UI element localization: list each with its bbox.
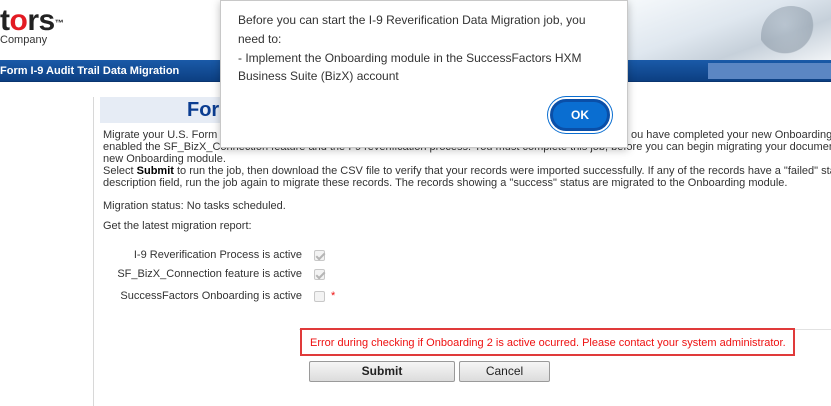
cancel-button[interactable]: Cancel: [459, 361, 550, 382]
description-line-1: Migrate your U.S. Form: [103, 129, 218, 141]
logo-subtitle: Company: [0, 34, 48, 46]
dialog-line-4: Business Suite (BizX) account: [238, 69, 399, 83]
description-line-5: description field, run the job again to …: [103, 177, 788, 189]
check-label-i9-reverification: I-9 Reverification Process is active: [133, 249, 302, 261]
description-line-1-right: ou have completed your new Onboarding: [631, 129, 831, 141]
title-bar-user-area: [708, 63, 831, 79]
checkbox-bizx-connection[interactable]: [314, 269, 325, 280]
ok-button[interactable]: OK: [550, 99, 610, 131]
migration-status: Migration status: No tasks scheduled.: [103, 200, 286, 212]
dialog-line-2: need to:: [238, 32, 282, 46]
check-label-onboarding: SuccessFactors Onboarding is active: [120, 290, 302, 302]
title-bar-text: Form I-9 Audit Trail Data Migration: [0, 65, 180, 77]
check-label-bizx-connection: SF_BizX_Connection feature is active: [117, 268, 302, 280]
dialog-line-3: - Implement the Onboarding module in the…: [238, 51, 582, 65]
migration-report-label: Get the latest migration report:: [103, 220, 252, 232]
dialog-line-1: Before you can start the I-9 Reverificat…: [238, 13, 586, 27]
page-title: For: [187, 99, 220, 121]
company-logo: tors™: [0, 4, 64, 37]
checkbox-onboarding[interactable]: [314, 291, 325, 302]
required-marker: *: [331, 290, 336, 302]
submit-button[interactable]: Submit: [309, 361, 455, 382]
alert-dialog: Before you can start the I-9 Reverificat…: [220, 0, 628, 148]
description-line-3: new Onboarding module.: [103, 153, 226, 165]
header-banner-image: [616, 0, 831, 60]
checkbox-i9-reverification[interactable]: [314, 250, 325, 261]
error-message: Error during checking if Onboarding 2 is…: [310, 337, 786, 349]
left-divider: [93, 97, 94, 406]
description-line-4: Select Submit to run the job, then downl…: [103, 165, 831, 177]
page: tors™ Company Form I-9 Audit Trail Data …: [0, 0, 831, 406]
error-message-box: Error during checking if Onboarding 2 is…: [300, 328, 795, 356]
